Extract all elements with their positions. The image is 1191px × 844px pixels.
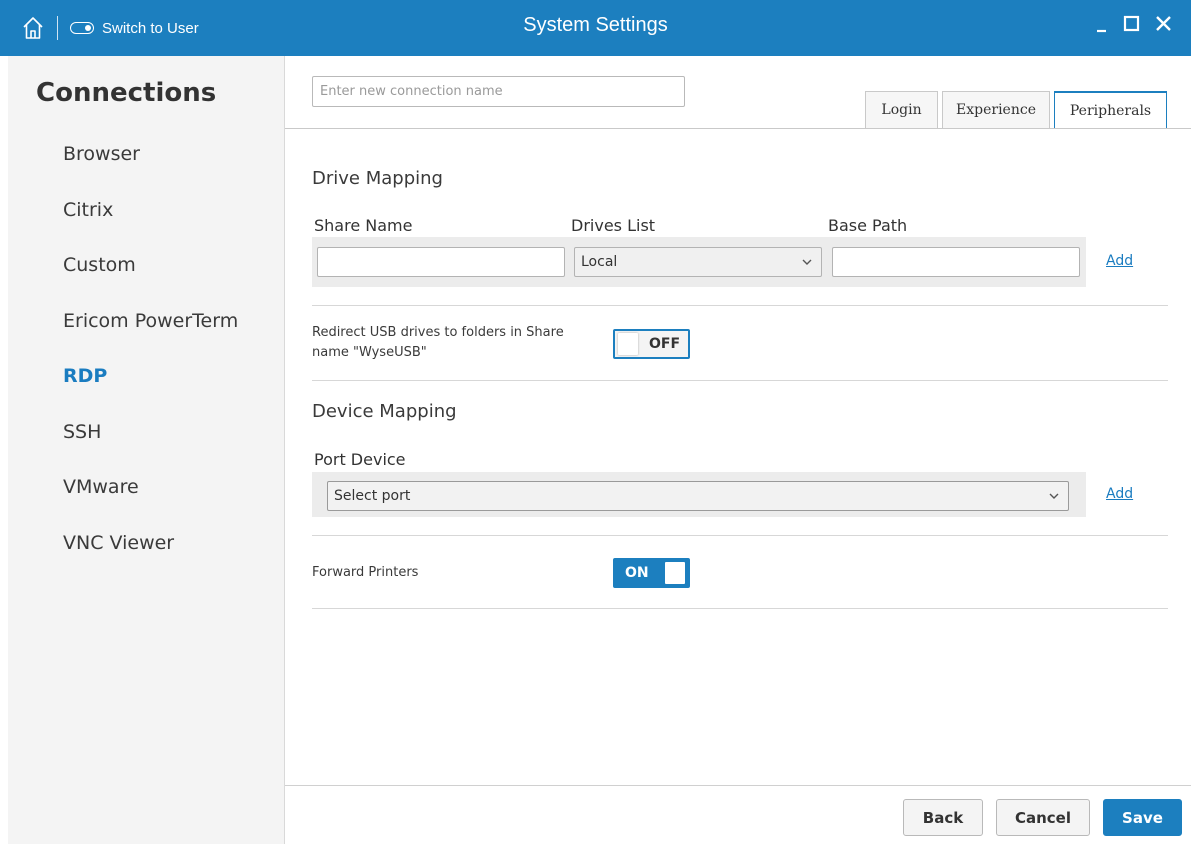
drives-list-header: Drives List [571,216,656,235]
tab-login[interactable]: Login [865,91,938,128]
usb-redirect-label: Redirect USB drives to folders in Share … [312,325,564,360]
device-mapping-heading: Device Mapping [312,401,457,422]
footer-divider [285,785,1191,786]
port-device-header: Port Device [314,450,406,469]
minimize-icon[interactable] [1092,12,1116,36]
forward-printers-state: ON [625,565,649,581]
sidebar-list: Browser Citrix Custom Ericom PowerTerm R… [8,128,284,572]
drives-list-select[interactable]: Local [574,247,822,277]
base-path-header: Base Path [828,216,908,235]
drives-list-value: Local [581,254,618,270]
title-bar: Switch to User System Settings [0,0,1191,56]
divider [312,380,1168,381]
add-port-link[interactable]: Add [1106,486,1133,502]
sidebar-item-ssh[interactable]: SSH [8,406,284,462]
divider [312,608,1168,609]
tab-experience[interactable]: Experience [942,91,1050,128]
switch-to-user-label: Switch to User [102,19,199,37]
sidebar-item-ericom-powerterm[interactable]: Ericom PowerTerm [8,295,284,351]
add-drive-link[interactable]: Add [1106,253,1133,269]
port-device-value: Select port [334,488,411,504]
back-button[interactable]: Back [903,799,983,836]
switch-to-user-button[interactable]: Switch to User [70,18,199,38]
cancel-button[interactable]: Cancel [996,799,1090,836]
tabs-divider [285,128,1191,129]
divider [312,535,1168,536]
tab-peripherals[interactable]: Peripherals [1054,91,1167,129]
sidebar: Connections Browser Citrix Custom Ericom… [8,56,285,844]
drive-mapping-heading: Drive Mapping [312,168,443,189]
share-name-input[interactable] [317,247,565,277]
sidebar-heading: Connections [36,78,217,108]
title-separator [57,16,58,40]
toggle-icon [70,22,94,34]
forward-printers-label: Forward Printers [312,565,419,580]
sidebar-item-citrix[interactable]: Citrix [8,184,284,240]
usb-redirect-toggle[interactable]: OFF [613,329,690,359]
usb-redirect-state: OFF [649,336,681,352]
share-name-header: Share Name [314,216,413,235]
base-path-input[interactable] [832,247,1080,277]
close-icon[interactable] [1152,12,1176,36]
divider [312,305,1168,306]
forward-printers-toggle[interactable]: ON [613,558,690,588]
home-icon[interactable] [22,16,44,40]
sidebar-item-custom[interactable]: Custom [8,239,284,295]
main-panel: Login Experience Peripherals Drive Mappi… [285,56,1191,844]
connection-name-input[interactable] [312,76,685,107]
toggle-knob [618,333,638,355]
maximize-icon[interactable] [1120,12,1144,36]
chevron-down-icon [1049,493,1059,499]
sidebar-item-browser[interactable]: Browser [8,128,284,184]
chevron-down-icon [802,259,812,265]
sidebar-item-vmware[interactable]: VMware [8,461,284,517]
save-button[interactable]: Save [1103,799,1182,836]
toggle-knob [665,562,685,584]
sidebar-item-rdp[interactable]: RDP [8,350,284,406]
port-device-select[interactable]: Select port [327,481,1069,511]
sidebar-item-vnc-viewer[interactable]: VNC Viewer [8,517,284,573]
